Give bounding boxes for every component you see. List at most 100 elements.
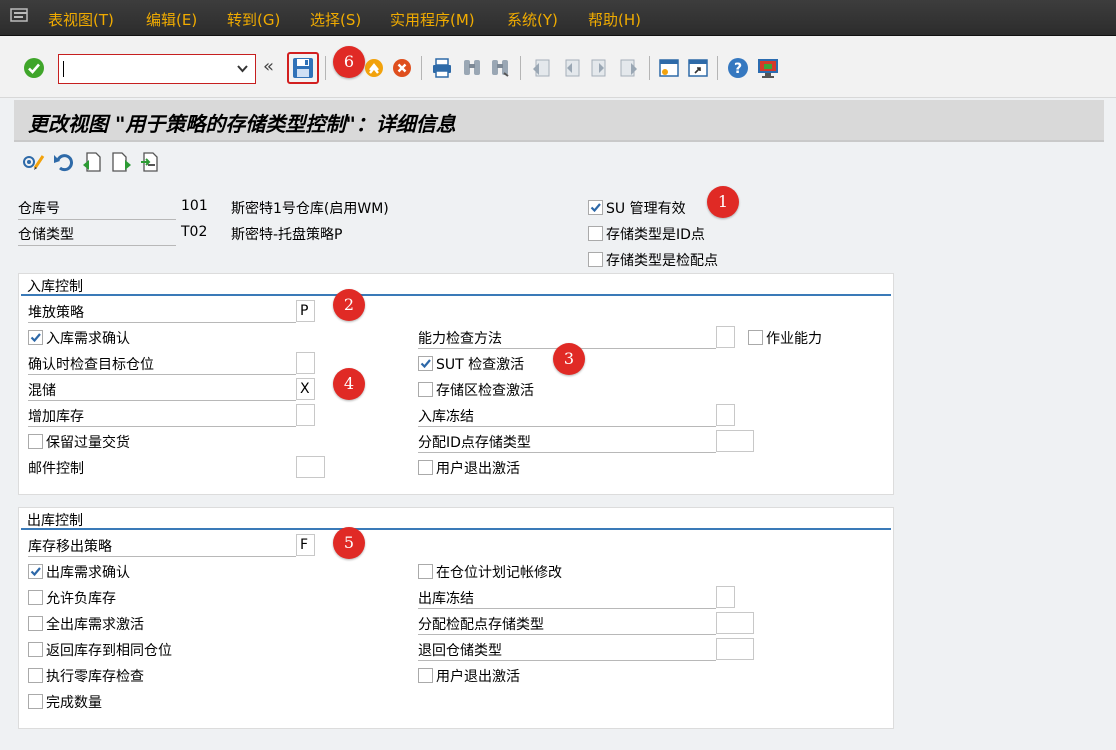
menu-help[interactable]: 帮助(H) xyxy=(588,9,641,30)
display-change-icon[interactable] xyxy=(22,151,46,173)
putaway-strategy-field[interactable]: P xyxy=(296,300,315,322)
removal-strategy-field[interactable]: F xyxy=(296,534,315,556)
neg-stock-checkbox[interactable] xyxy=(28,590,43,605)
check-mark-icon xyxy=(30,333,41,343)
shortcut-icon[interactable] xyxy=(687,57,709,79)
in-user-exit-checkbox[interactable] xyxy=(418,460,433,475)
marker-badge-4: 4 xyxy=(333,368,365,400)
pick-point-label: 存储类型是检配点 xyxy=(606,253,718,269)
bin-change-checkbox[interactable] xyxy=(418,564,433,579)
add-stock-field[interactable] xyxy=(296,404,315,426)
marker-badge-2: 2 xyxy=(333,289,365,321)
return-type-field[interactable] xyxy=(716,638,754,660)
work-capacity-checkbox[interactable] xyxy=(748,330,763,345)
outbound-group-title: 出库控制 xyxy=(27,513,83,529)
previous-entry-icon[interactable] xyxy=(81,151,103,173)
mail-control-label: 邮件控制 xyxy=(28,461,84,477)
layout-icon[interactable] xyxy=(756,57,780,79)
capacity-method-field[interactable] xyxy=(716,326,735,348)
last-page-icon[interactable] xyxy=(618,57,640,79)
return-same-label: 返回库存到相同仓位 xyxy=(46,643,172,659)
new-session-icon[interactable] xyxy=(658,57,680,79)
dest-check-field[interactable] xyxy=(296,352,315,374)
pick-point-checkbox[interactable] xyxy=(588,252,603,267)
standard-toolbar: « ? xyxy=(0,36,1116,98)
menu-selection[interactable]: 选择(S) xyxy=(310,9,361,30)
next-entry-icon[interactable] xyxy=(110,151,132,173)
mail-control-field[interactable] xyxy=(296,456,325,478)
save-button[interactable] xyxy=(287,52,319,84)
in-confirm-checkbox[interactable] xyxy=(28,330,43,345)
dest-check-label: 确认时检查目标仓位 xyxy=(28,354,296,375)
zero-check-checkbox[interactable] xyxy=(28,668,43,683)
in-confirm-label: 入库需求确认 xyxy=(46,331,130,347)
su-mgmt-label: SU 管理有效 xyxy=(606,201,686,217)
warehouse-desc: 斯密特1号仓库(启用WM) xyxy=(231,201,389,217)
system-menu-icon[interactable] xyxy=(10,7,30,23)
sut-check-label: SUT 检查激活 xyxy=(436,357,525,373)
out-confirm-checkbox[interactable] xyxy=(28,564,43,579)
retain-over-checkbox[interactable] xyxy=(28,434,43,449)
full-req-checkbox[interactable] xyxy=(28,616,43,631)
out-user-exit-checkbox[interactable] xyxy=(418,668,433,683)
page-title: 更改视图 "用于策略的存储类型控制"：详细信息 xyxy=(28,112,456,136)
menu-edit[interactable]: 编辑(E) xyxy=(146,9,197,30)
menu-goto[interactable]: 转到(G) xyxy=(227,9,280,30)
assign-id-field[interactable] xyxy=(716,430,754,452)
application-toolbar xyxy=(14,142,1104,182)
id-point-checkbox[interactable] xyxy=(588,226,603,241)
mixed-storage-field[interactable]: X xyxy=(296,378,315,400)
marker-badge-1: 1 xyxy=(707,186,739,218)
enter-icon[interactable] xyxy=(22,56,46,80)
in-user-exit-label: 用户退出激活 xyxy=(436,461,520,477)
menu-utilities[interactable]: 实用程序(M) xyxy=(390,9,475,30)
first-page-icon[interactable] xyxy=(530,57,552,79)
out-block-label: 出库冻结 xyxy=(418,588,716,609)
menu-system[interactable]: 系统(Y) xyxy=(507,9,558,30)
complete-qty-checkbox[interactable] xyxy=(28,694,43,709)
return-type-label: 退回仓储类型 xyxy=(418,640,716,661)
retain-over-label: 保留过量交货 xyxy=(46,435,130,451)
svg-text:?: ? xyxy=(734,61,742,77)
inbound-group-title: 入库控制 xyxy=(27,279,83,295)
menu-bar: 表视图(T) 编辑(E) 转到(G) 选择(S) 实用程序(M) 系统(Y) 帮… xyxy=(0,0,1116,36)
help-icon[interactable]: ? xyxy=(727,57,749,79)
warehouse-label: 仓库号 xyxy=(18,198,176,220)
out-block-field[interactable] xyxy=(716,586,735,608)
mixed-storage-label: 混储 xyxy=(28,380,296,401)
out-user-exit-label: 用户退出激活 xyxy=(436,669,520,685)
zero-check-label: 执行零库存检查 xyxy=(46,669,144,685)
menu-table-view[interactable]: 表视图(T) xyxy=(48,9,114,30)
assign-pick-field[interactable] xyxy=(716,612,754,634)
collapse-command-icon[interactable]: « xyxy=(263,56,274,77)
complete-qty-label: 完成数量 xyxy=(46,695,102,711)
neg-stock-label: 允许负库存 xyxy=(46,591,116,607)
prev-page-icon[interactable] xyxy=(560,57,582,79)
su-mgmt-checkbox[interactable] xyxy=(588,200,603,215)
assign-id-label: 分配ID点存储类型 xyxy=(418,432,716,453)
text-caret xyxy=(63,61,64,77)
command-field[interactable] xyxy=(58,54,256,84)
print-icon[interactable] xyxy=(431,57,453,79)
other-entry-icon[interactable] xyxy=(139,151,161,173)
bin-change-label: 在仓位计划记帐修改 xyxy=(436,565,562,581)
putaway-strategy-label: 堆放策略 xyxy=(28,302,296,323)
section-check-label: 存储区检查激活 xyxy=(436,383,534,399)
return-same-checkbox[interactable] xyxy=(28,642,43,657)
in-block-label: 入库冻结 xyxy=(418,406,716,427)
undo-icon[interactable] xyxy=(52,151,74,173)
chevron-down-icon[interactable] xyxy=(237,63,248,74)
find-icon[interactable] xyxy=(461,57,483,79)
exit-icon[interactable] xyxy=(364,58,384,78)
next-page-icon[interactable] xyxy=(589,57,611,79)
storage-type-desc: 斯密特-托盘策略P xyxy=(231,227,343,243)
work-capacity-label: 作业能力 xyxy=(766,331,822,347)
section-check-checkbox[interactable] xyxy=(418,382,433,397)
cancel-icon[interactable] xyxy=(392,58,412,78)
save-icon xyxy=(293,58,313,78)
storage-type-label: 仓储类型 xyxy=(18,224,176,246)
in-block-field[interactable] xyxy=(716,404,735,426)
find-next-icon[interactable] xyxy=(489,57,511,79)
add-stock-label: 增加库存 xyxy=(28,406,296,427)
sut-check-checkbox[interactable] xyxy=(418,356,433,371)
